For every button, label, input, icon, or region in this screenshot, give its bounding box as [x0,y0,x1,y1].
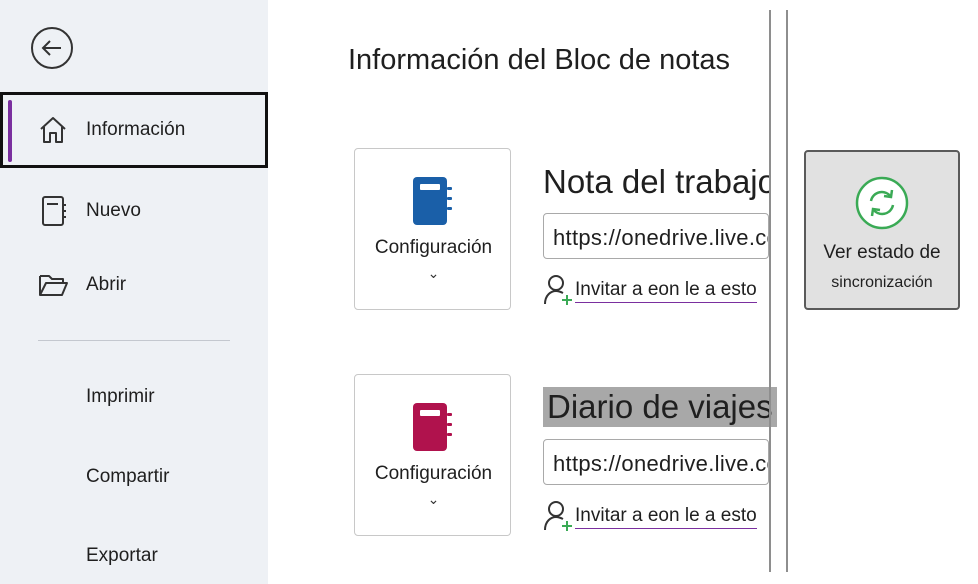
invite-text: Invitar a eon le a esto [575,279,757,303]
notebook-url-field[interactable]: https://onedrive.live.com [543,213,769,259]
folder-open-icon [36,268,70,302]
backstage-sidebar: Información Nuevo Abrir Imprimir Compart… [0,0,268,584]
nav-item-imprimir[interactable]: Imprimir [86,386,155,408]
notebook-name-clip: Nota del trabajo [540,162,769,204]
home-icon [36,113,70,147]
nav-item-informacion[interactable]: Información [0,92,268,168]
nav-item-abrir[interactable]: Abrir [0,255,268,315]
nav-item-exportar[interactable]: Exportar [86,545,158,567]
notebook-url: https://onedrive.live.com [553,225,768,250]
notebook-name[interactable]: Diario de viajes [540,387,780,427]
sync-status-button[interactable]: Ver estado de sincronización [804,150,960,310]
invite-link[interactable]: Invitar a eon le a esto [543,499,783,533]
notebook-name-clip: Diario de viajes [540,387,780,429]
notebook-icon [413,403,452,451]
pane-splitter[interactable] [769,10,771,572]
notebook-settings-button[interactable]: Configuración ⌄ [354,374,511,536]
nav-item-nuevo[interactable]: Nuevo [0,181,268,241]
settings-label: Configuración [374,463,493,484]
settings-label: Configuración [374,237,493,258]
chevron-down-icon: ⌄ [427,265,440,281]
notebook-url: https://onedrive.live.com [553,451,768,476]
nav-item-label: Información [86,119,186,140]
back-arrow-icon [31,27,73,69]
person-add-icon [544,501,572,531]
chevron-down-icon: ⌄ [427,491,440,507]
invite-link[interactable]: Invitar a eon le a esto [543,273,769,307]
pane-splitter[interactable] [786,10,788,572]
back-button[interactable] [30,26,74,70]
notebook-name[interactable]: Nota del trabajo [540,162,769,202]
notebook-settings-button[interactable]: Configuración ⌄ [354,148,511,310]
sync-label-line2: sincronización [831,274,933,291]
sidebar-divider [38,340,230,341]
sync-label-line1: Ver estado de [823,242,941,263]
page-title: Información del Bloc de notas [348,44,731,76]
notebook-url-field[interactable]: https://onedrive.live.com [543,439,769,485]
nav-item-label: Nuevo [86,200,141,221]
sync-icon [855,176,909,230]
nav-item-label: Abrir [86,274,127,295]
nav-item-compartir[interactable]: Compartir [86,466,169,488]
invite-text: Invitar a eon le a esto [575,505,757,529]
notebook-icon [413,177,452,225]
person-add-icon [544,275,572,305]
notebook-new-icon [36,194,70,228]
notebook-name-selected: Diario de viajes [543,387,777,427]
